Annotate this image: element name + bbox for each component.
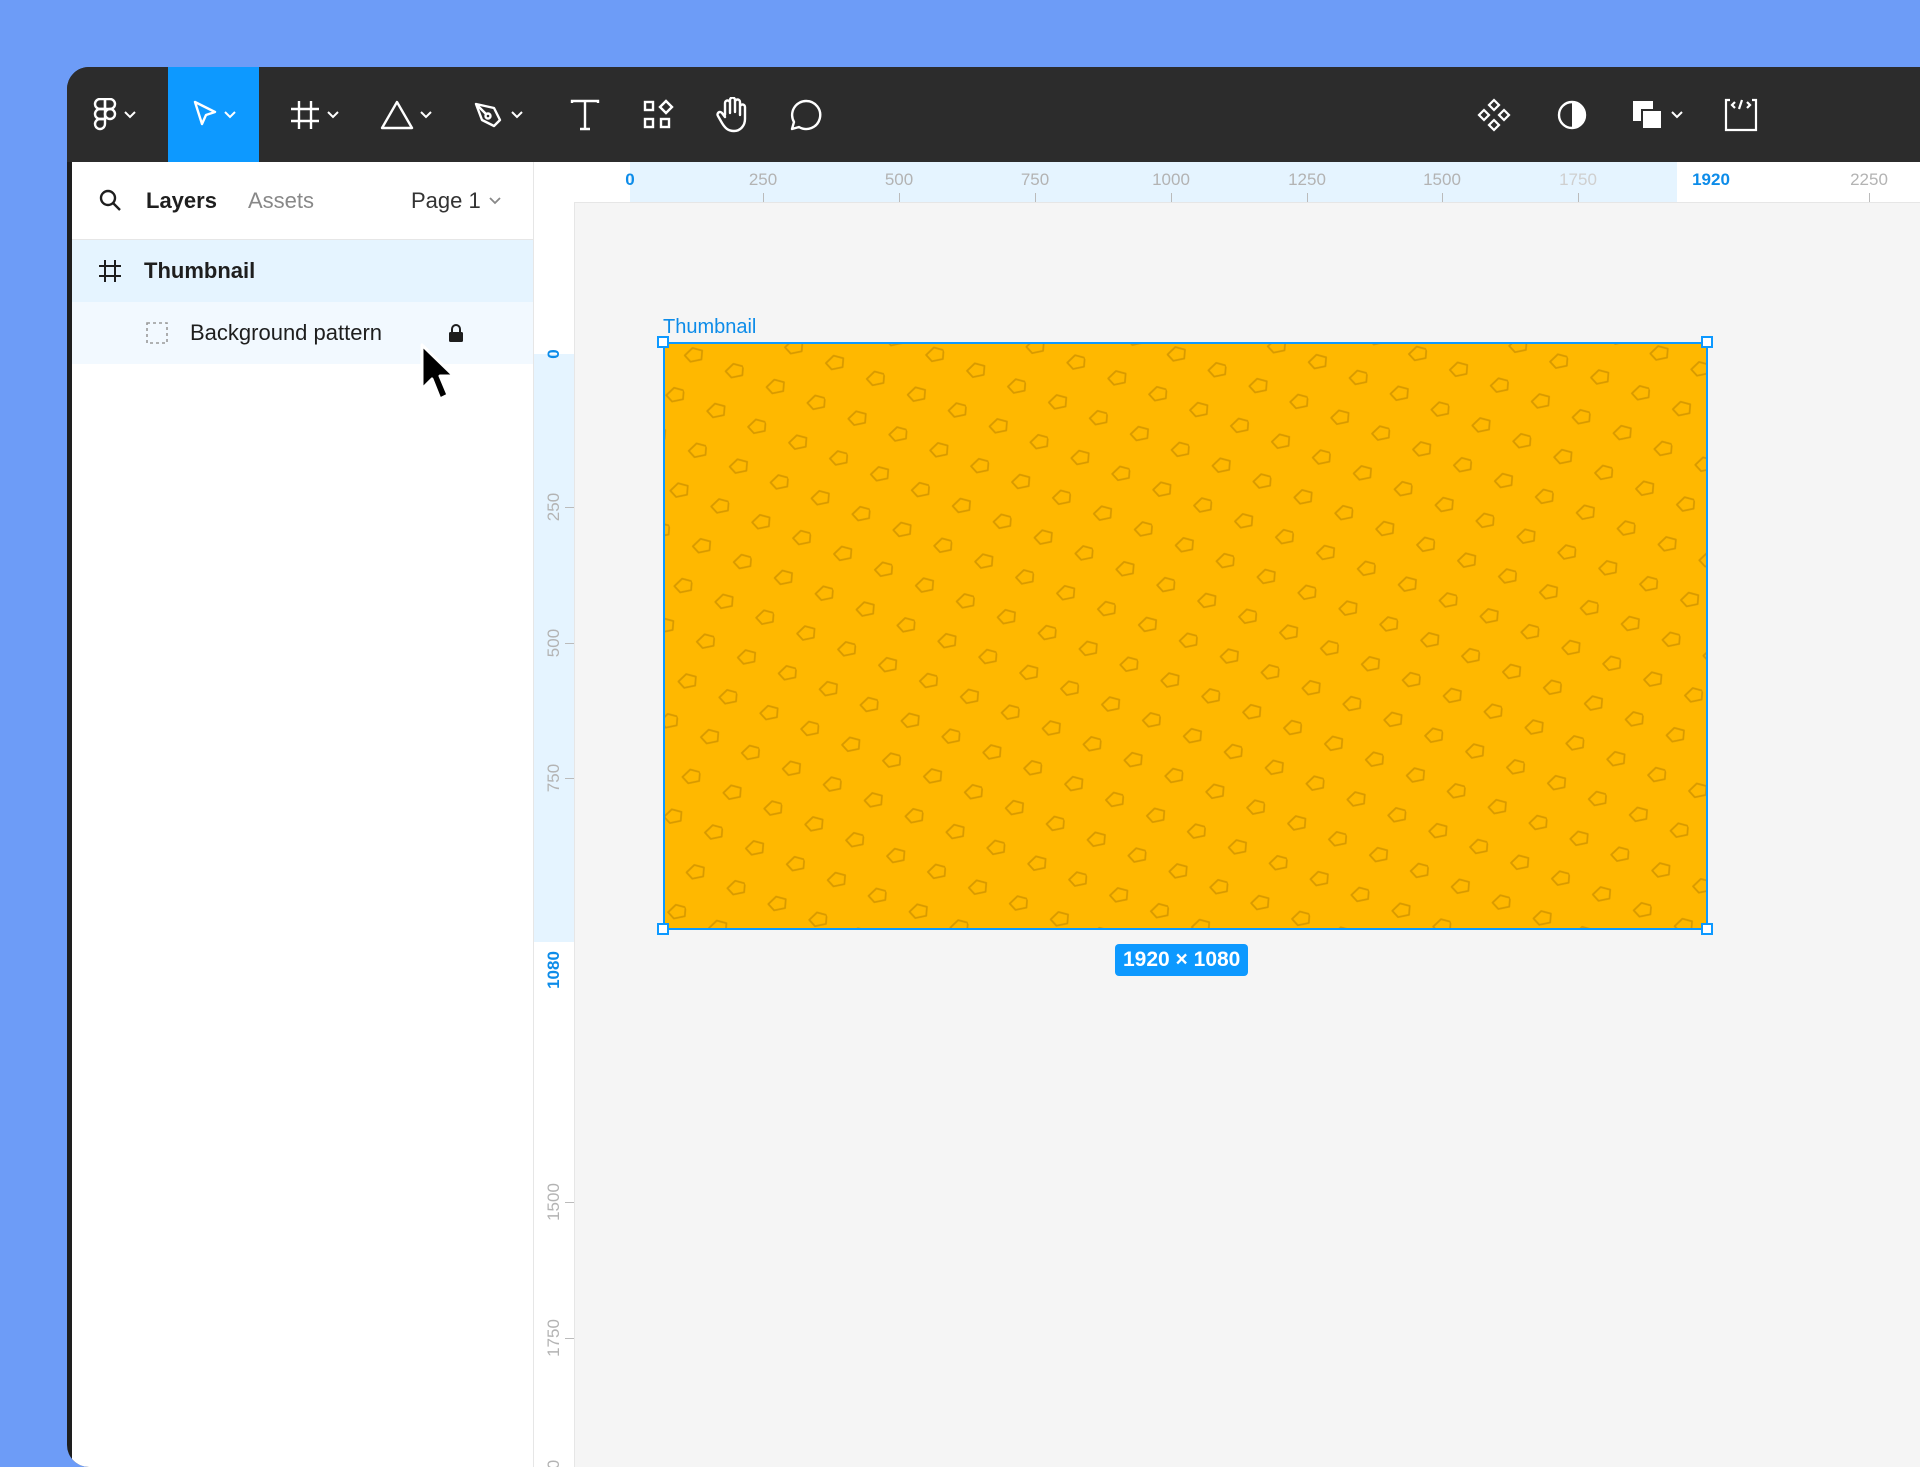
page-selector[interactable]: Page 1 bbox=[411, 188, 501, 214]
triangle-icon bbox=[380, 100, 414, 129]
comment-icon bbox=[790, 99, 822, 130]
resources-icon bbox=[643, 98, 674, 128]
layer-row-background-pattern[interactable]: Background pattern bbox=[72, 302, 533, 364]
tab-layers[interactable]: Layers bbox=[146, 188, 217, 214]
frame-size-badge: 1920 × 1080 bbox=[1115, 944, 1249, 976]
main-menu-button[interactable] bbox=[82, 67, 146, 162]
pen-tool-button[interactable] bbox=[462, 67, 534, 162]
chevron-down-icon bbox=[489, 196, 501, 204]
move-tool-button[interactable] bbox=[168, 67, 259, 162]
thumbnail-frame[interactable] bbox=[663, 342, 1708, 930]
search-icon[interactable] bbox=[98, 188, 122, 212]
resize-handle-top-left[interactable] bbox=[657, 336, 669, 348]
chevron-down-icon bbox=[420, 110, 432, 118]
figma-logo-icon bbox=[93, 97, 117, 130]
boolean-ops-button[interactable] bbox=[1617, 67, 1697, 162]
frame-hash-icon bbox=[99, 260, 121, 282]
layer-label: Background pattern bbox=[190, 320, 383, 345]
lock-icon[interactable] bbox=[448, 323, 464, 343]
contrast-button[interactable] bbox=[1541, 67, 1603, 162]
frame-tool-button[interactable] bbox=[278, 67, 350, 162]
dev-mode-button[interactable] bbox=[1710, 67, 1772, 162]
toolbar bbox=[67, 67, 1920, 162]
ruler-left: 0 250 500 750 1080 1500 1750 000 bbox=[534, 202, 575, 1467]
hash-frame-icon bbox=[291, 100, 319, 129]
tab-assets[interactable]: Assets bbox=[248, 188, 314, 214]
resize-handle-bottom-left[interactable] bbox=[657, 923, 669, 935]
boolean-icon bbox=[1633, 100, 1663, 130]
frame-title[interactable]: Thumbnail bbox=[663, 316, 756, 339]
sidebar-tabs: Layers Assets Page 1 bbox=[72, 162, 533, 240]
resize-handle-top-right[interactable] bbox=[1701, 336, 1713, 348]
layers-sidebar: Layers Assets Page 1 Thumbnail Backgroun… bbox=[72, 162, 534, 1467]
ruler-corner bbox=[534, 162, 575, 203]
resize-handle-bottom-right[interactable] bbox=[1701, 923, 1713, 935]
component-icon bbox=[1477, 97, 1511, 132]
text-tool-button[interactable] bbox=[554, 67, 616, 162]
cursor-arrow-icon bbox=[193, 100, 216, 125]
chevron-down-icon bbox=[1671, 110, 1683, 118]
components-button[interactable] bbox=[1463, 67, 1525, 162]
mouse-cursor-icon bbox=[420, 343, 456, 401]
chevron-down-icon bbox=[223, 110, 236, 118]
background-pattern-layer bbox=[665, 344, 1706, 928]
half-circle-icon bbox=[1557, 100, 1587, 129]
ruler-top: 0 250 500 750 1000 1250 1500 1750 1920 2… bbox=[574, 162, 1920, 203]
code-icon bbox=[1724, 98, 1758, 131]
text-icon bbox=[570, 99, 600, 130]
dashed-square-icon bbox=[146, 322, 168, 344]
hand-icon bbox=[716, 96, 747, 132]
chevron-down-icon bbox=[511, 110, 523, 118]
layer-label: Thumbnail bbox=[144, 258, 256, 283]
comment-tool-button[interactable] bbox=[775, 67, 837, 162]
pen-icon bbox=[474, 102, 502, 127]
resources-tool-button[interactable] bbox=[627, 67, 689, 162]
chevron-down-icon bbox=[124, 110, 136, 118]
layer-row-thumbnail[interactable]: Thumbnail bbox=[72, 240, 533, 302]
shape-tool-button[interactable] bbox=[370, 67, 442, 162]
chevron-down-icon bbox=[327, 110, 339, 118]
hand-tool-button[interactable] bbox=[701, 67, 763, 162]
page-selector-label: Page 1 bbox=[411, 187, 481, 213]
